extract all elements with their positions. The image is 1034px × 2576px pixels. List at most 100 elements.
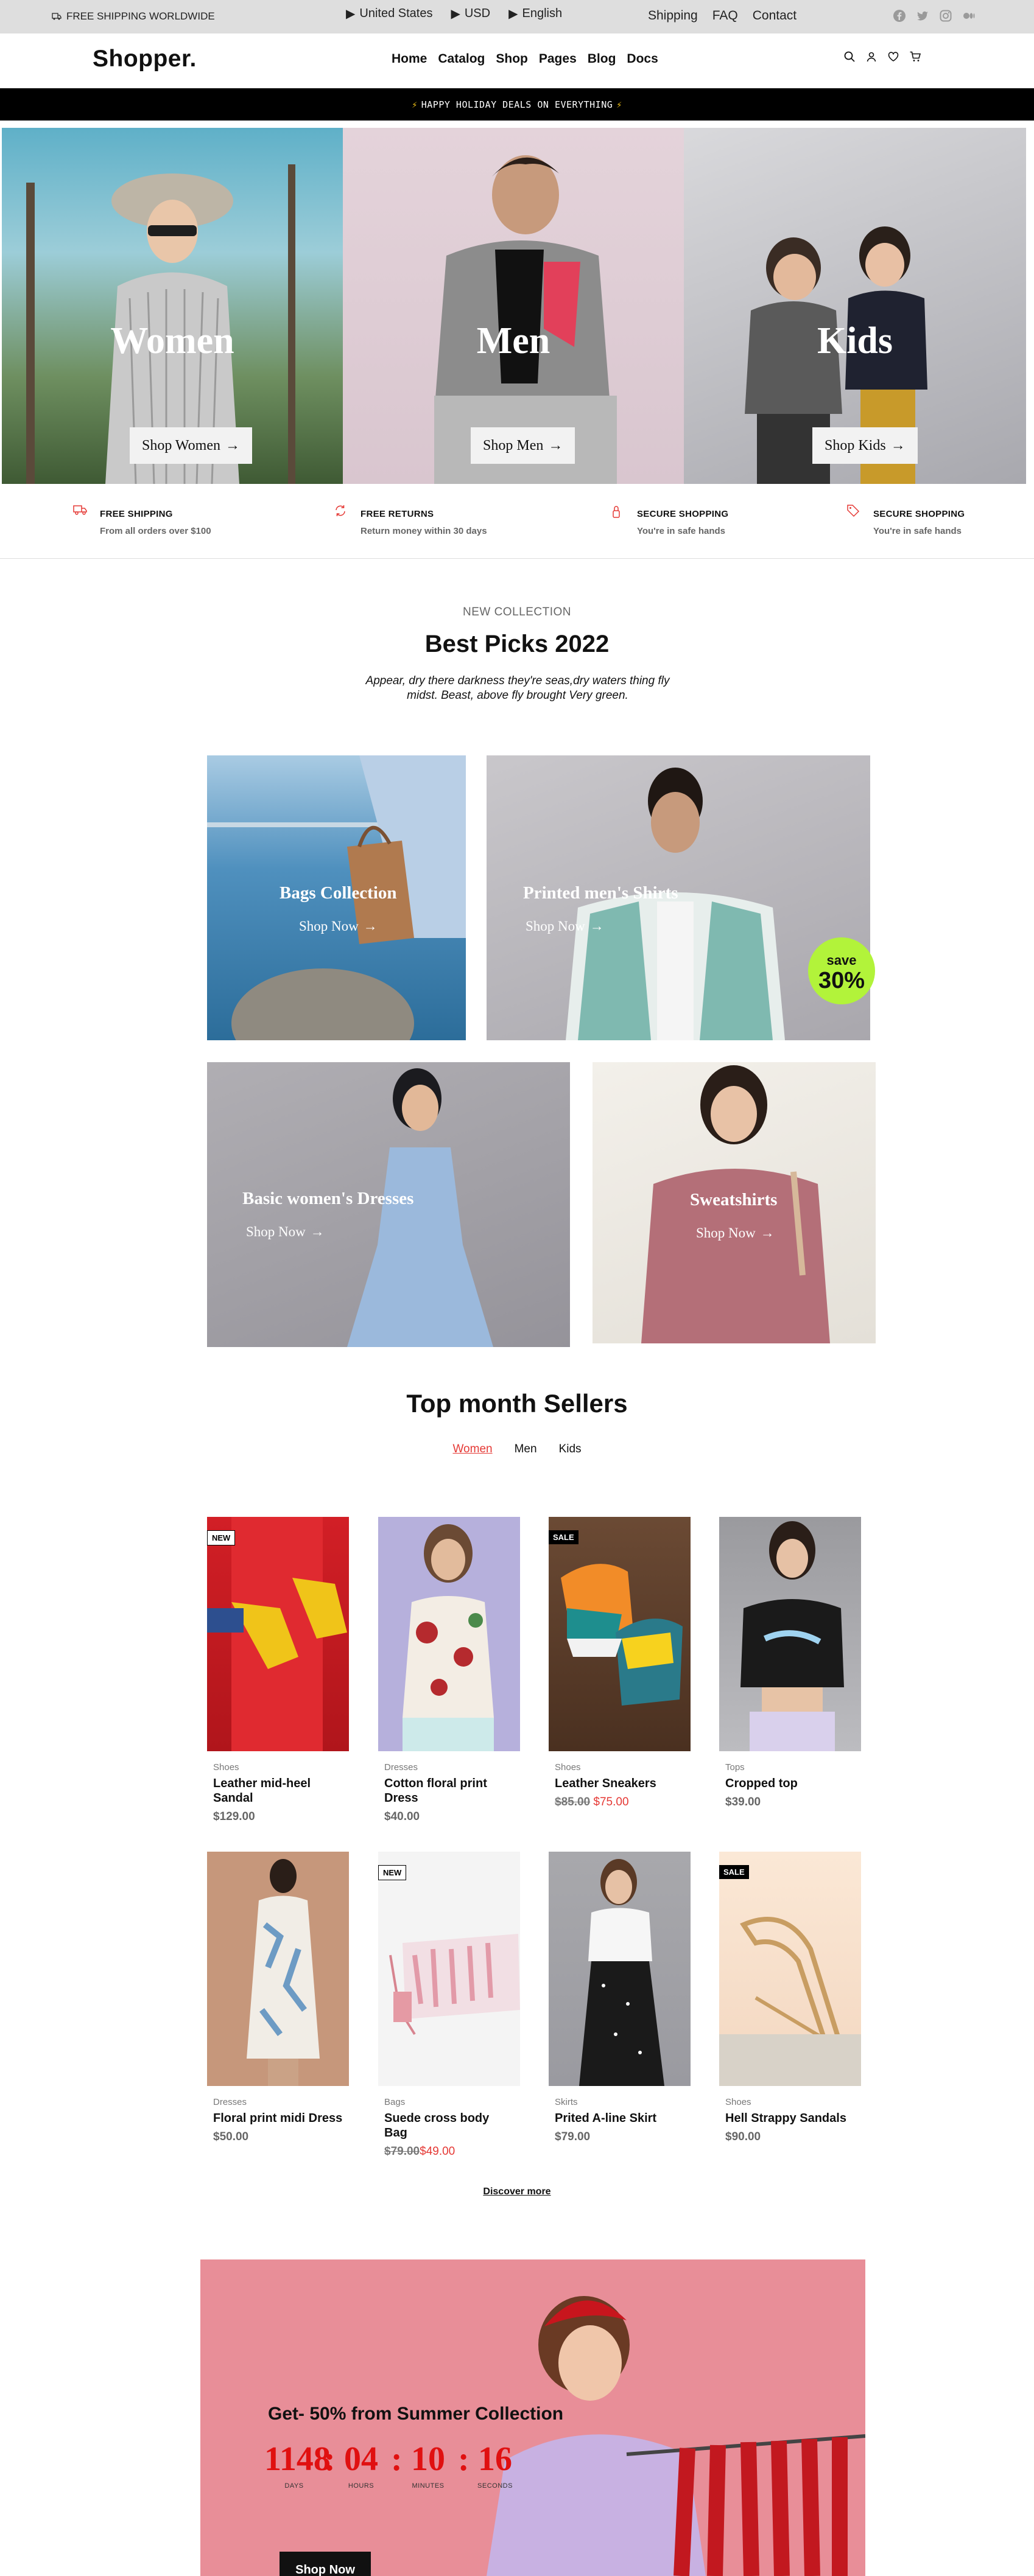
product-card[interactable]: Tops Cropped top $39.00 bbox=[719, 1517, 861, 1809]
hero-kids-title: Kids bbox=[817, 320, 893, 362]
tile-link: Shop Now bbox=[246, 1224, 306, 1239]
feature-title: SECURE SHOPPING bbox=[873, 509, 965, 519]
product-card[interactable]: SALE Shoes Leather Sneakers $85.00 $75.0… bbox=[549, 1517, 691, 1809]
shop-kids-button[interactable]: Shop Kids → bbox=[812, 427, 918, 464]
product-name[interactable]: Cropped top bbox=[725, 1776, 855, 1791]
locale-selectors: ▶ United States ▶ USD ▶ English bbox=[346, 6, 562, 21]
logo[interactable]: Shopper. bbox=[93, 46, 197, 72]
link-shipping[interactable]: Shipping bbox=[648, 9, 698, 23]
product-card[interactable]: Dresses Cotton floral print Dress $40.00 bbox=[378, 1517, 520, 1824]
tag-icon bbox=[846, 504, 860, 517]
nav-shop[interactable]: Shop bbox=[496, 52, 528, 66]
nav-docs[interactable]: Docs bbox=[627, 52, 658, 66]
product-name[interactable]: Floral print midi Dress bbox=[213, 2111, 343, 2126]
medium-icon[interactable] bbox=[962, 9, 976, 23]
product-image[interactable]: NEW bbox=[207, 1517, 349, 1751]
arrow-right-icon: → bbox=[363, 919, 378, 934]
product-category: Bags bbox=[384, 2097, 406, 2107]
shop-men-label: Shop Men bbox=[483, 437, 544, 453]
tile-title: Printed men's Shirts bbox=[523, 883, 678, 903]
heart-icon[interactable] bbox=[887, 51, 899, 63]
country-select[interactable]: ▶ United States bbox=[346, 6, 432, 21]
currency-value: USD bbox=[464, 7, 491, 20]
product-badge: SALE bbox=[719, 1865, 749, 1879]
product-image[interactable]: SALE bbox=[719, 1852, 861, 2086]
product-card[interactable]: SALE Shoes Hell Strappy Sandals $90.00 bbox=[719, 1852, 861, 2144]
save-badge-line1: save bbox=[826, 953, 857, 968]
countdown-seconds: 16 SECONDS bbox=[465, 2440, 525, 2490]
cart-icon[interactable] bbox=[909, 51, 921, 63]
tile-mens-shirts[interactable]: Printed men's Shirts Shop Now → bbox=[487, 755, 870, 1040]
tile-shop-now[interactable]: Shop Now → bbox=[246, 1224, 325, 1240]
twitter-icon[interactable] bbox=[916, 9, 929, 23]
language-value: English bbox=[522, 7, 563, 20]
product-image[interactable] bbox=[549, 1852, 691, 2086]
product-image[interactable]: SALE bbox=[549, 1517, 691, 1751]
tile-shop-now[interactable]: Shop Now → bbox=[696, 1225, 775, 1241]
tile-bags[interactable]: Bags Collection Shop Now → bbox=[207, 755, 466, 1040]
product-name[interactable]: Leather mid-heel Sandal bbox=[213, 1776, 343, 1805]
hero-women[interactable]: Women Shop Women → bbox=[2, 128, 343, 484]
product-card[interactable]: NEW Shoes Leather mid-heel Sandal $129.0… bbox=[207, 1517, 349, 1824]
feature-subtitle: From all orders over $100 bbox=[100, 526, 211, 536]
countdown-value: 16 bbox=[478, 2440, 512, 2478]
product-card[interactable]: Skirts Prited A-line Skirt $79.00 bbox=[549, 1852, 691, 2144]
product-price: $79.00 bbox=[555, 2130, 591, 2143]
feature-subtitle: You're in safe hands bbox=[637, 526, 725, 536]
product-category: Shoes bbox=[725, 2097, 751, 2107]
truck-icon bbox=[73, 504, 88, 516]
facebook-icon[interactable] bbox=[893, 9, 906, 23]
lightning-icon: ⚡ bbox=[412, 99, 418, 110]
hero-kids[interactable]: Kids Shop Kids → bbox=[684, 128, 1026, 484]
search-icon[interactable] bbox=[843, 51, 856, 63]
nav-home[interactable]: Home bbox=[392, 52, 427, 66]
product-name[interactable]: Leather Sneakers bbox=[555, 1776, 684, 1791]
nav-blog[interactable]: Blog bbox=[588, 52, 616, 66]
tab-kids[interactable]: Kids bbox=[559, 1443, 582, 1456]
language-select[interactable]: ▶ English bbox=[508, 6, 562, 21]
product-price: $39.00 bbox=[725, 1796, 761, 1808]
product-image[interactable] bbox=[378, 1517, 520, 1751]
top-bar: FREE SHIPPING WORLDWIDE ▶ United States ▶… bbox=[0, 0, 1034, 33]
nav-catalog[interactable]: Catalog bbox=[438, 52, 485, 66]
tile-womens-dresses[interactable]: Basic women's Dresses Shop Now → bbox=[207, 1062, 570, 1347]
discover-more-link[interactable]: Discover more bbox=[0, 2186, 1034, 2197]
tile-sweatshirts[interactable]: Sweatshirts Shop Now → bbox=[593, 1062, 876, 1343]
countdown-hours: 04 HOURS bbox=[331, 2440, 391, 2490]
hero-men[interactable]: Men Shop Men → bbox=[343, 128, 684, 484]
countdown-label: DAYS bbox=[284, 2482, 304, 2490]
tab-men[interactable]: Men bbox=[515, 1443, 537, 1456]
currency-select[interactable]: ▶ USD bbox=[451, 6, 490, 21]
product-card[interactable]: Dresses Floral print midi Dress $50.00 bbox=[207, 1852, 349, 2144]
country-value: United States bbox=[359, 7, 433, 20]
caret-right-icon: ▶ bbox=[346, 7, 356, 21]
arrow-right-icon: → bbox=[548, 437, 563, 453]
tab-women[interactable]: Women bbox=[452, 1443, 492, 1456]
product-category: Shoes bbox=[213, 1762, 239, 1773]
countdown-label: HOURS bbox=[348, 2482, 375, 2490]
countdown-value: 1148 bbox=[264, 2440, 331, 2478]
instagram-icon[interactable] bbox=[939, 9, 952, 23]
user-icon[interactable] bbox=[865, 51, 877, 63]
product-category: Dresses bbox=[213, 2097, 247, 2107]
product-name[interactable]: Prited A-line Skirt bbox=[555, 2111, 684, 2126]
product-image[interactable]: NEW bbox=[378, 1852, 520, 2086]
product-name[interactable]: Hell Strappy Sandals bbox=[725, 2111, 855, 2126]
product-category: Dresses bbox=[384, 1762, 418, 1773]
tile-shop-now[interactable]: Shop Now → bbox=[299, 919, 378, 934]
link-contact[interactable]: Contact bbox=[753, 9, 797, 23]
product-name[interactable]: Cotton floral print Dress bbox=[384, 1776, 514, 1805]
sale-shop-now-button[interactable]: Shop Now bbox=[280, 2552, 371, 2576]
shop-women-button[interactable]: Shop Women → bbox=[130, 427, 252, 464]
product-image[interactable] bbox=[719, 1517, 861, 1751]
product-card[interactable]: NEW Bags Suede cross body Bag $79.00$49.… bbox=[378, 1852, 520, 2158]
caret-right-icon: ▶ bbox=[451, 7, 460, 21]
product-badge: NEW bbox=[207, 1530, 236, 1545]
product-name[interactable]: Suede cross body Bag bbox=[384, 2111, 514, 2140]
tile-shop-now[interactable]: Shop Now → bbox=[526, 919, 604, 934]
top-links: Shipping FAQ Contact bbox=[648, 9, 797, 23]
nav-pages[interactable]: Pages bbox=[539, 52, 577, 66]
link-faq[interactable]: FAQ bbox=[712, 9, 738, 23]
shop-men-button[interactable]: Shop Men → bbox=[471, 427, 575, 464]
product-image[interactable] bbox=[207, 1852, 349, 2086]
